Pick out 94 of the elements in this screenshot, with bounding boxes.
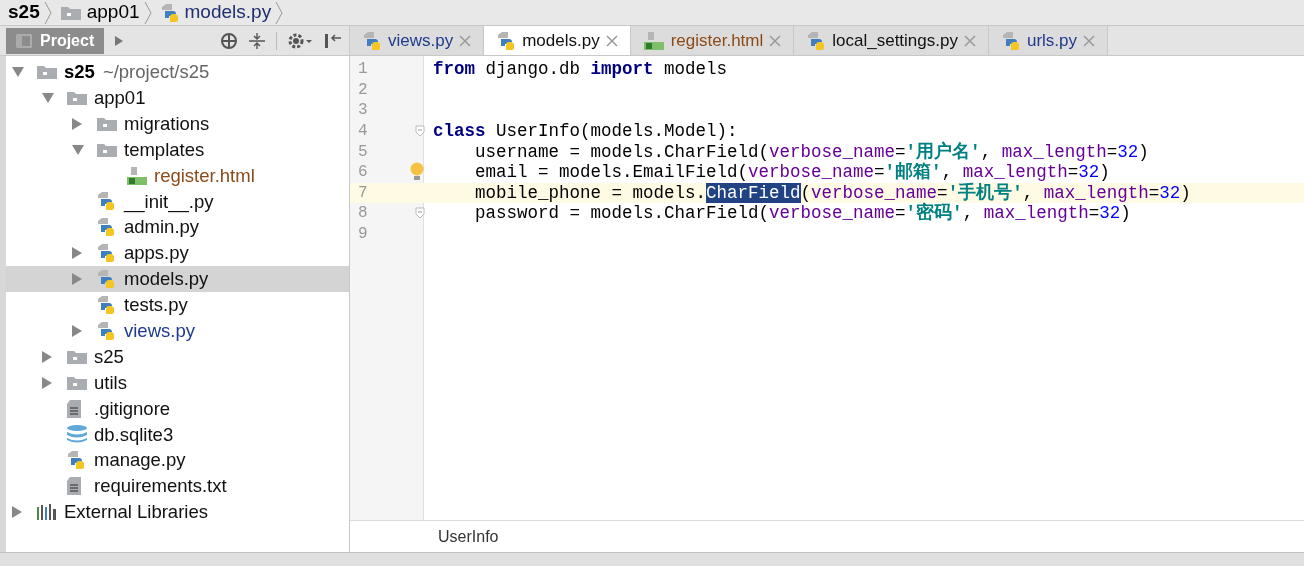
editor-tab[interactable]: urls.py [988, 26, 1109, 55]
close-icon[interactable] [605, 34, 618, 47]
line-number: 6 [357, 162, 369, 184]
fold-marker-icon[interactable] [415, 207, 425, 220]
tree-item[interactable]: migrations [6, 110, 349, 137]
database-icon [66, 424, 88, 445]
line-number: 2 [357, 79, 369, 101]
tree-item[interactable]: views.py [6, 317, 349, 344]
line-number: 9 [357, 224, 369, 246]
fold-marker-icon[interactable] [415, 125, 425, 138]
close-icon[interactable] [963, 34, 976, 47]
python-file-icon [1000, 30, 1021, 51]
python-file-icon [159, 2, 180, 23]
folder-icon [36, 63, 58, 80]
text-file-icon [66, 476, 82, 497]
breadcrumb-item[interactable]: app01 [51, 0, 144, 25]
folder-icon [59, 4, 82, 21]
editor-tab[interactable]: models.py [484, 26, 631, 55]
settings-icon[interactable] [287, 31, 313, 50]
play-icon[interactable] [114, 34, 125, 47]
chevron-icon [43, 0, 52, 25]
folder-icon [96, 115, 118, 132]
expanded-arrow-icon[interactable] [42, 92, 54, 103]
python-file-icon [496, 30, 517, 51]
collapse-all-icon[interactable] [248, 31, 266, 50]
line-number: 7 [357, 182, 369, 204]
python-file-icon [66, 450, 86, 471]
line-number: 1 [357, 59, 369, 81]
python-file-icon [96, 320, 116, 341]
python-file-icon [96, 294, 116, 315]
line-number: 5 [357, 141, 369, 163]
folder-icon [66, 89, 88, 106]
collapsed-arrow-icon[interactable] [72, 273, 82, 286]
chevron-icon [143, 0, 152, 25]
tree-item[interactable]: __init__.py [6, 188, 349, 215]
editor-breadcrumb[interactable]: UserInfo [438, 524, 499, 549]
python-file-icon [806, 30, 827, 51]
code-line: username = models.CharField(verbose_name='用户名', max_length=32) [474, 141, 1149, 162]
breadcrumb-item[interactable]: s25 [0, 0, 44, 25]
tree-item[interactable]: app01 [6, 84, 349, 111]
folder-icon [96, 141, 118, 158]
code-line: password = models.CharField(verbose_name='密码', max_length=32) [474, 203, 1131, 224]
python-file-icon [362, 30, 382, 51]
close-icon[interactable] [769, 34, 782, 47]
code-line: from django.db import models [432, 59, 728, 80]
tree-item[interactable]: requirements.txt [6, 473, 349, 500]
tree-item[interactable]: s25 [6, 343, 349, 370]
code-line: class UserInfo(models.Model): [432, 121, 738, 142]
collapsed-arrow-icon[interactable] [42, 376, 52, 389]
tree-item[interactable]: manage.py [6, 447, 349, 474]
panel-icon [16, 33, 32, 48]
editor-tab[interactable]: register.html [630, 26, 795, 55]
python-file-icon [96, 269, 116, 290]
text-file-icon [66, 398, 82, 419]
collapsed-arrow-icon[interactable] [12, 506, 22, 519]
tree-item[interactable]: External Libraries [6, 499, 349, 526]
library-icon [36, 503, 58, 522]
lightbulb-icon[interactable] [409, 162, 425, 183]
tree-item[interactable]: admin.py [6, 214, 349, 241]
code-line: email = models.EmailField(verbose_name='邮箱', max_length=32) [474, 162, 1110, 183]
folder-icon [66, 348, 88, 365]
code-line: mobile_phone = models.CharField(verbose_name='手机号', max_length=32) [474, 182, 1191, 203]
expanded-arrow-icon[interactable] [12, 66, 24, 77]
close-icon[interactable] [1083, 34, 1096, 47]
tree-item[interactable]: utils [6, 369, 349, 396]
line-number: 8 [357, 203, 369, 225]
hide-panel-icon[interactable] [323, 31, 343, 50]
tree-item[interactable]: s25 ~/project/s25 [6, 59, 349, 85]
python-file-icon [96, 243, 116, 264]
collapsed-arrow-icon[interactable] [72, 247, 82, 260]
close-icon[interactable] [459, 34, 472, 47]
tree-item[interactable]: db.sqlite3 [6, 421, 349, 448]
crosshair-icon[interactable] [220, 31, 238, 50]
tree-item[interactable]: models.py [6, 266, 349, 292]
tree-item[interactable]: apps.py [6, 240, 349, 267]
html-file-icon [126, 165, 148, 186]
line-number: 4 [357, 121, 369, 143]
tree-item[interactable]: .gitignore [6, 395, 349, 422]
html-file-icon [642, 30, 665, 51]
line-number: 3 [357, 100, 369, 122]
collapsed-arrow-icon[interactable] [42, 350, 52, 363]
tree-item[interactable]: register.html [6, 162, 349, 189]
editor-tab[interactable]: views.py [350, 26, 485, 55]
expanded-arrow-icon[interactable] [72, 144, 84, 155]
breadcrumb-item[interactable]: models.py [151, 0, 276, 25]
editor-tab[interactable]: local_settings.py [794, 26, 989, 55]
python-file-icon [96, 191, 116, 212]
tree-item[interactable]: templates [6, 136, 349, 163]
collapsed-arrow-icon[interactable] [72, 117, 82, 130]
folder-icon [66, 374, 88, 391]
chevron-icon [275, 0, 284, 25]
python-file-icon [96, 217, 116, 238]
tree-item[interactable]: tests.py [6, 292, 349, 318]
collapsed-arrow-icon[interactable] [72, 324, 82, 337]
